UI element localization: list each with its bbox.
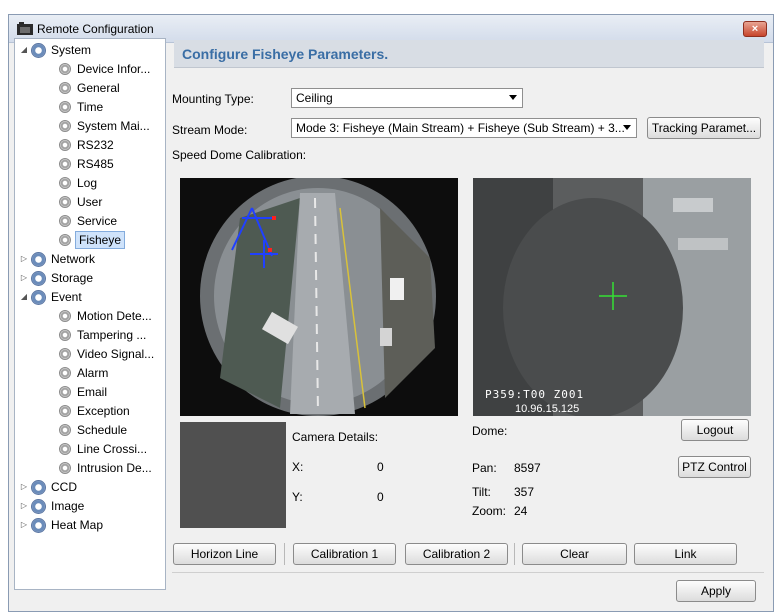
app-icon: [17, 22, 33, 35]
expand-arrow-icon[interactable]: ▷: [19, 250, 29, 268]
camera-x-value: 0: [377, 460, 384, 474]
stream-mode-label: Stream Mode:: [172, 123, 248, 137]
zoom-label: Zoom:: [472, 504, 507, 518]
mounting-type-value: Ceiling: [296, 91, 333, 105]
collapse-arrow-icon[interactable]: ◢: [19, 41, 29, 59]
window-title: Remote Configuration: [37, 22, 154, 36]
gear-icon: [59, 310, 71, 322]
settings-icon: [31, 271, 46, 286]
settings-icon: [31, 499, 46, 514]
gear-icon: [59, 63, 71, 75]
gear-icon: [59, 120, 71, 132]
tilt-value: 357: [514, 485, 535, 499]
horizon-line-button[interactable]: Horizon Line: [173, 543, 276, 565]
dome-osd-code: P359:T00 Z001: [485, 388, 585, 401]
expand-arrow-icon[interactable]: ▷: [19, 478, 29, 496]
camera-y-label: Y:: [292, 490, 303, 504]
settings-icon: [31, 290, 46, 305]
settings-icon: [31, 518, 46, 533]
footer-divider: [172, 572, 764, 573]
calibration-2-button[interactable]: Calibration 2: [405, 543, 508, 565]
calibration-1-button[interactable]: Calibration 1: [293, 543, 396, 565]
gear-icon: [59, 158, 71, 170]
logout-button[interactable]: Logout: [681, 419, 749, 441]
gear-icon: [59, 82, 71, 94]
dome-osd-ip: 10.96.15.125: [515, 403, 580, 415]
camera-x-label: X:: [292, 460, 304, 474]
dome-video-view[interactable]: P359:T00 Z001 10.96.15.125: [473, 178, 751, 416]
gear-icon: [59, 386, 71, 398]
separator: [514, 543, 515, 565]
gear-icon: [59, 424, 71, 436]
mounting-type-label: Mounting Type:: [172, 92, 254, 106]
ptz-control-button[interactable]: PTZ Control: [678, 456, 751, 478]
section-header: Configure Fisheye Parameters.: [174, 40, 764, 68]
gear-icon: [59, 234, 71, 246]
stream-mode-select[interactable]: Mode 3: Fisheye (Main Stream) + Fisheye …: [291, 118, 637, 138]
clear-button[interactable]: Clear: [522, 543, 627, 565]
collapse-arrow-icon[interactable]: ◢: [19, 288, 29, 306]
tree-label-system: System: [51, 43, 92, 57]
expand-arrow-icon[interactable]: ▷: [19, 269, 29, 287]
fisheye-video-view[interactable]: [180, 178, 458, 416]
gear-icon: [59, 101, 71, 113]
gear-icon: [59, 139, 71, 151]
gear-icon: [59, 196, 71, 208]
settings-icon: [31, 43, 46, 58]
speed-dome-calibration-label: Speed Dome Calibration:: [172, 148, 307, 162]
gear-icon: [59, 329, 71, 341]
tree-item-system[interactable]: ◢ System: [15, 41, 165, 59]
close-button[interactable]: ×: [743, 21, 767, 37]
separator: [284, 543, 285, 565]
gear-icon: [59, 405, 71, 417]
gear-icon: [59, 215, 71, 227]
pan-label: Pan:: [472, 461, 497, 475]
camera-y-value: 0: [377, 490, 384, 504]
apply-button[interactable]: Apply: [676, 580, 756, 602]
chevron-down-icon: [623, 125, 631, 130]
config-tree: ◢ System Device Infor... General Time Sy…: [14, 38, 166, 590]
gear-icon: [59, 462, 71, 474]
gear-icon: [59, 348, 71, 360]
camera-details-label: Camera Details:: [292, 430, 379, 444]
dome-label: Dome:: [472, 424, 508, 438]
tilt-label: Tilt:: [472, 485, 491, 499]
settings-icon: [31, 252, 46, 267]
page-title: Configure Fisheye Parameters.: [182, 46, 389, 62]
pan-value: 8597: [514, 461, 541, 475]
settings-icon: [31, 480, 46, 495]
gear-icon: [59, 367, 71, 379]
camera-thumbnail: [180, 422, 286, 528]
chevron-down-icon: [509, 95, 517, 100]
gear-icon: [59, 177, 71, 189]
mounting-type-select[interactable]: Ceiling: [291, 88, 523, 108]
link-button[interactable]: Link: [634, 543, 737, 565]
gear-icon: [59, 443, 71, 455]
stream-mode-value: Mode 3: Fisheye (Main Stream) + Fisheye …: [296, 121, 625, 135]
tracking-parameters-button[interactable]: Tracking Paramet...: [647, 117, 761, 139]
expand-arrow-icon[interactable]: ▷: [19, 516, 29, 534]
zoom-value: 24: [514, 504, 528, 518]
dome-image: [473, 178, 751, 416]
fisheye-image: [180, 178, 458, 416]
expand-arrow-icon[interactable]: ▷: [19, 497, 29, 515]
